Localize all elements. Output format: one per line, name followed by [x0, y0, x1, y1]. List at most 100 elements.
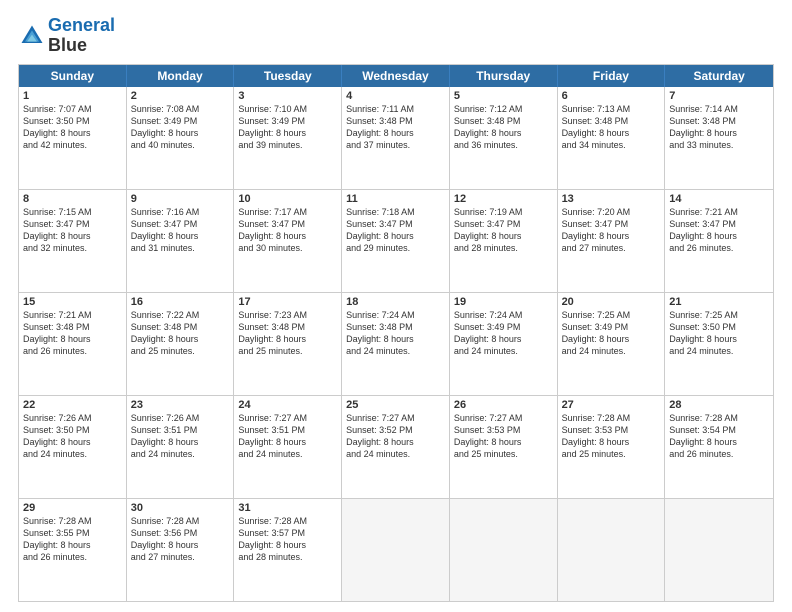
calendar-cell: 19Sunrise: 7:24 AMSunset: 3:49 PMDayligh… [450, 293, 558, 395]
cell-info-line: and 36 minutes. [454, 139, 553, 151]
calendar-header: SundayMondayTuesdayWednesdayThursdayFrid… [19, 65, 773, 87]
calendar-row: 29Sunrise: 7:28 AMSunset: 3:55 PMDayligh… [19, 498, 773, 601]
cell-info-line: Sunset: 3:52 PM [346, 424, 445, 436]
cell-info-line: and 24 minutes. [131, 448, 230, 460]
cell-info-line: Sunrise: 7:24 AM [346, 309, 445, 321]
cell-info-line: Sunset: 3:48 PM [23, 321, 122, 333]
cell-info-line: Sunset: 3:48 PM [669, 115, 769, 127]
cell-info-line: and 28 minutes. [238, 551, 337, 563]
cell-info-line: Sunrise: 7:07 AM [23, 103, 122, 115]
cell-info-line: Sunrise: 7:26 AM [131, 412, 230, 424]
cell-info-line: Daylight: 8 hours [238, 230, 337, 242]
cell-info-line: Sunset: 3:49 PM [454, 321, 553, 333]
cell-info-line: Sunrise: 7:08 AM [131, 103, 230, 115]
cell-info-line: Sunset: 3:55 PM [23, 527, 122, 539]
calendar-cell: 30Sunrise: 7:28 AMSunset: 3:56 PMDayligh… [127, 499, 235, 601]
page: General Blue SundayMondayTuesdayWednesda… [0, 0, 792, 612]
cell-info-line: Daylight: 8 hours [454, 333, 553, 345]
day-number: 30 [131, 502, 230, 514]
calendar-cell [665, 499, 773, 601]
cell-info-line: Sunset: 3:48 PM [454, 115, 553, 127]
cell-info-line: Sunrise: 7:22 AM [131, 309, 230, 321]
cell-info-line: Daylight: 8 hours [346, 230, 445, 242]
calendar-cell: 25Sunrise: 7:27 AMSunset: 3:52 PMDayligh… [342, 396, 450, 498]
day-number: 10 [238, 193, 337, 205]
day-number: 2 [131, 90, 230, 102]
calendar-cell: 2Sunrise: 7:08 AMSunset: 3:49 PMDaylight… [127, 87, 235, 189]
cell-info-line: Daylight: 8 hours [346, 436, 445, 448]
cell-info-line: Daylight: 8 hours [23, 230, 122, 242]
cell-info-line: and 24 minutes. [562, 345, 661, 357]
cell-info-line: Daylight: 8 hours [238, 539, 337, 551]
calendar-cell: 11Sunrise: 7:18 AMSunset: 3:47 PMDayligh… [342, 190, 450, 292]
calendar-cell: 8Sunrise: 7:15 AMSunset: 3:47 PMDaylight… [19, 190, 127, 292]
cell-info-line: Daylight: 8 hours [131, 333, 230, 345]
day-number: 18 [346, 296, 445, 308]
cell-info-line: and 34 minutes. [562, 139, 661, 151]
cell-info-line: Sunset: 3:53 PM [454, 424, 553, 436]
cell-info-line: and 26 minutes. [669, 242, 769, 254]
day-number: 9 [131, 193, 230, 205]
cell-info-line: and 26 minutes. [669, 448, 769, 460]
cell-info-line: Sunrise: 7:28 AM [562, 412, 661, 424]
cal-header-day: Thursday [450, 65, 558, 87]
cal-header-day: Sunday [19, 65, 127, 87]
calendar-cell: 29Sunrise: 7:28 AMSunset: 3:55 PMDayligh… [19, 499, 127, 601]
cell-info-line: Sunset: 3:53 PM [562, 424, 661, 436]
cell-info-line: Sunrise: 7:20 AM [562, 206, 661, 218]
calendar-cell: 13Sunrise: 7:20 AMSunset: 3:47 PMDayligh… [558, 190, 666, 292]
cell-info-line: Daylight: 8 hours [562, 230, 661, 242]
cell-info-line: Daylight: 8 hours [346, 333, 445, 345]
cell-info-line: Sunset: 3:50 PM [23, 424, 122, 436]
cell-info-line: Sunset: 3:47 PM [454, 218, 553, 230]
calendar-cell: 9Sunrise: 7:16 AMSunset: 3:47 PMDaylight… [127, 190, 235, 292]
cell-info-line: and 24 minutes. [454, 345, 553, 357]
cell-info-line: and 25 minutes. [562, 448, 661, 460]
cell-info-line: Sunrise: 7:15 AM [23, 206, 122, 218]
day-number: 5 [454, 90, 553, 102]
day-number: 14 [669, 193, 769, 205]
cell-info-line: Daylight: 8 hours [454, 127, 553, 139]
cell-info-line: Sunrise: 7:16 AM [131, 206, 230, 218]
calendar: SundayMondayTuesdayWednesdayThursdayFrid… [18, 64, 774, 602]
cell-info-line: Sunset: 3:48 PM [131, 321, 230, 333]
cell-info-line: Sunrise: 7:18 AM [346, 206, 445, 218]
cell-info-line: and 24 minutes. [238, 448, 337, 460]
cell-info-line: Sunrise: 7:27 AM [454, 412, 553, 424]
day-number: 16 [131, 296, 230, 308]
cell-info-line: Sunrise: 7:10 AM [238, 103, 337, 115]
cell-info-line: Sunset: 3:47 PM [669, 218, 769, 230]
cell-info-line: Sunrise: 7:11 AM [346, 103, 445, 115]
day-number: 1 [23, 90, 122, 102]
cell-info-line: Sunset: 3:51 PM [131, 424, 230, 436]
cell-info-line: Sunrise: 7:28 AM [669, 412, 769, 424]
calendar-cell: 23Sunrise: 7:26 AMSunset: 3:51 PMDayligh… [127, 396, 235, 498]
cell-info-line: and 31 minutes. [131, 242, 230, 254]
cell-info-line: Sunrise: 7:23 AM [238, 309, 337, 321]
cell-info-line: Sunrise: 7:19 AM [454, 206, 553, 218]
cell-info-line: Sunset: 3:49 PM [131, 115, 230, 127]
calendar-cell: 22Sunrise: 7:26 AMSunset: 3:50 PMDayligh… [19, 396, 127, 498]
day-number: 21 [669, 296, 769, 308]
day-number: 4 [346, 90, 445, 102]
cell-info-line: Sunset: 3:47 PM [23, 218, 122, 230]
logo: General Blue [18, 16, 115, 56]
calendar-row: 8Sunrise: 7:15 AMSunset: 3:47 PMDaylight… [19, 189, 773, 292]
cell-info-line: Sunset: 3:50 PM [669, 321, 769, 333]
day-number: 24 [238, 399, 337, 411]
cell-info-line: Sunrise: 7:27 AM [238, 412, 337, 424]
day-number: 20 [562, 296, 661, 308]
cell-info-line: Daylight: 8 hours [562, 436, 661, 448]
day-number: 3 [238, 90, 337, 102]
cal-header-day: Saturday [665, 65, 773, 87]
cell-info-line: and 37 minutes. [346, 139, 445, 151]
cell-info-line: Daylight: 8 hours [131, 436, 230, 448]
cell-info-line: Sunrise: 7:14 AM [669, 103, 769, 115]
cell-info-line: Sunset: 3:56 PM [131, 527, 230, 539]
calendar-cell: 17Sunrise: 7:23 AMSunset: 3:48 PMDayligh… [234, 293, 342, 395]
cell-info-line: Daylight: 8 hours [238, 127, 337, 139]
cell-info-line: Daylight: 8 hours [454, 436, 553, 448]
calendar-cell: 14Sunrise: 7:21 AMSunset: 3:47 PMDayligh… [665, 190, 773, 292]
calendar-cell: 1Sunrise: 7:07 AMSunset: 3:50 PMDaylight… [19, 87, 127, 189]
cell-info-line: Sunset: 3:48 PM [346, 115, 445, 127]
